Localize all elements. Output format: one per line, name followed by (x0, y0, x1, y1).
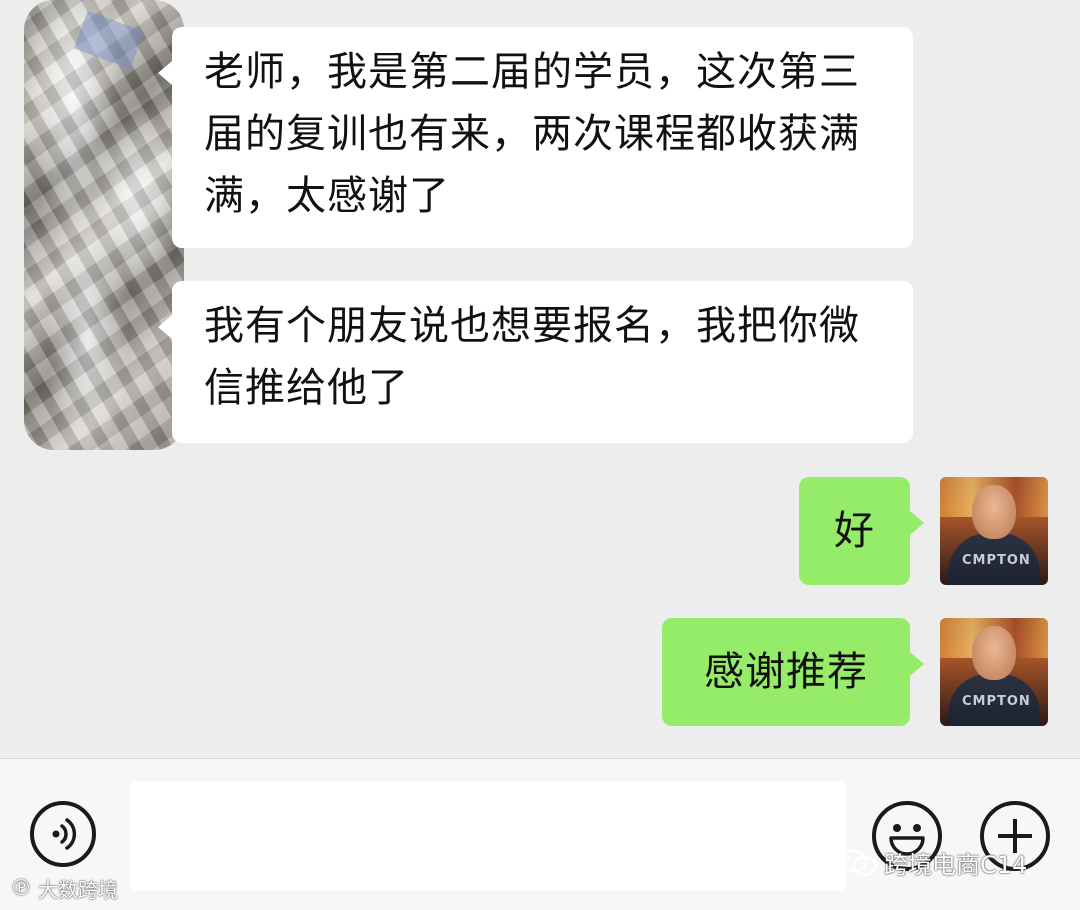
wechat-logo-icon (838, 849, 878, 876)
watermark-right-text: 跨境电商C14 (884, 851, 1028, 879)
message-text: 好 (834, 508, 875, 554)
weibo-logo-icon: ℗ (10, 876, 32, 901)
input-bar (0, 758, 1080, 910)
my-avatar[interactable]: CMPTON (940, 618, 1048, 726)
avatar-shirt-text: CMPTON (962, 694, 1031, 709)
message-bubble-outgoing[interactable]: 感谢推荐 (662, 618, 924, 726)
my-avatar[interactable]: CMPTON (940, 477, 1048, 585)
message-text: 我有个朋友说也想要报名，我把你微信推给他了 (204, 303, 860, 411)
message-text: 老师，我是第二届的学员，这次第三届的复训也有来，两次课程都收获满满，太感谢了 (204, 49, 860, 219)
watermark-right: 跨境电商C14 (838, 845, 1027, 880)
avatar-face (972, 485, 1016, 539)
avatar-shirt-text: CMPTON (962, 553, 1031, 568)
message-input[interactable] (130, 781, 846, 891)
avatar-face (972, 626, 1016, 680)
chat-area: 老师，我是第二届的学员，这次第三届的复训也有来，两次课程都收获满满，太感谢了 我… (0, 0, 1080, 758)
message-bubble-incoming[interactable]: 我有个朋友说也想要报名，我把你微信推给他了 (158, 281, 913, 443)
message-bubble-incoming[interactable]: 老师，我是第二届的学员，这次第三届的复训也有来，两次课程都收获满满，太感谢了 (158, 27, 913, 248)
voice-icon[interactable] (30, 801, 96, 867)
watermark-left-text: 大数跨境 (38, 878, 118, 902)
watermark-left: ℗ 大数跨境 (10, 874, 118, 903)
message-text: 感谢推荐 (704, 649, 868, 695)
message-bubble-outgoing[interactable]: 好 (799, 477, 924, 585)
